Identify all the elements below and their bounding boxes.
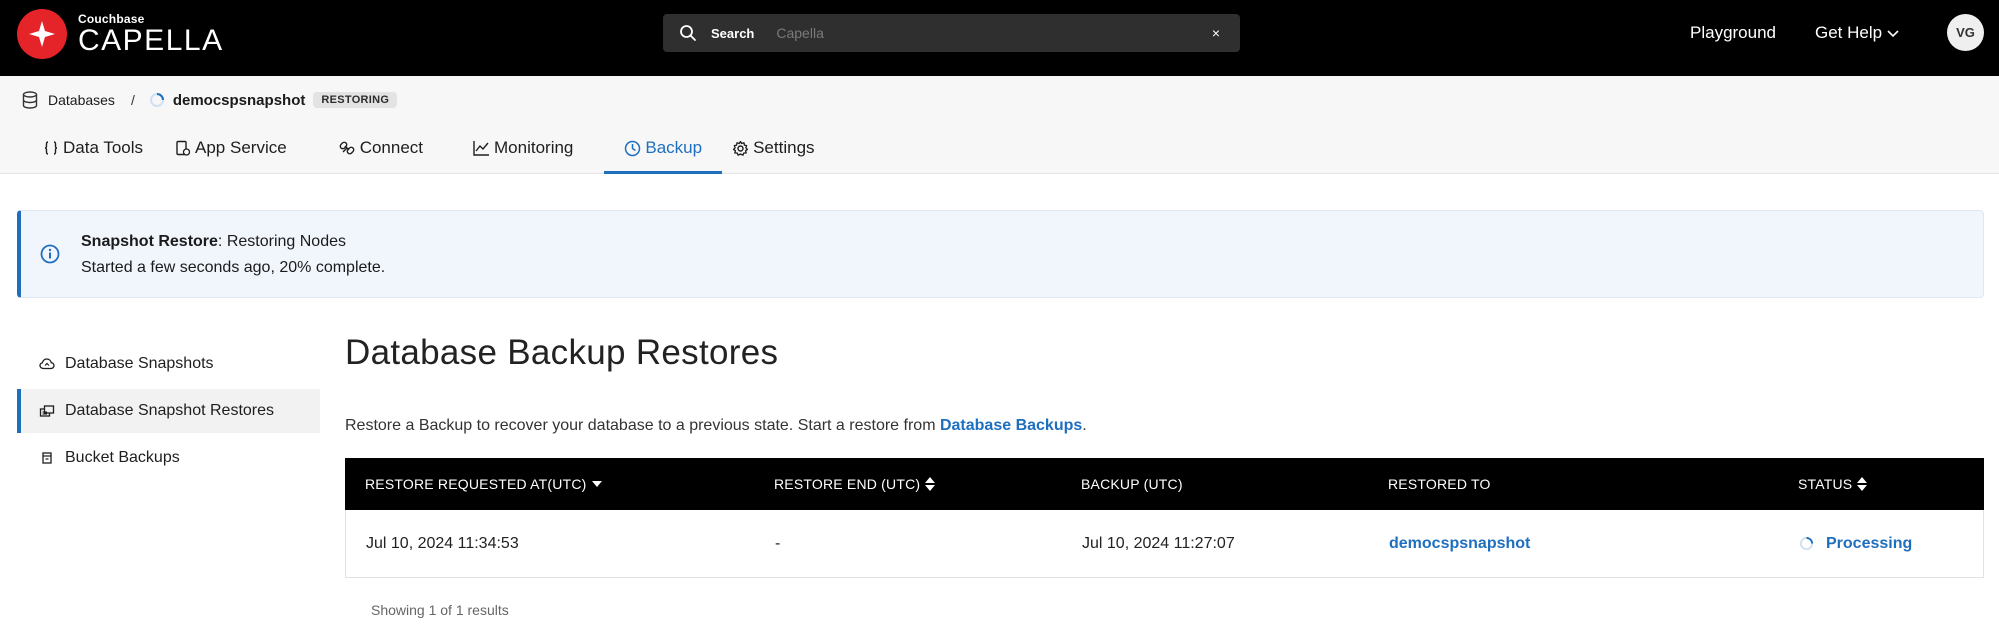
get-help-menu[interactable]: Get Help <box>1815 23 1900 43</box>
results-count: Showing 1 of 1 results <box>371 602 509 618</box>
braces-icon <box>43 140 63 156</box>
restores-table: RESTORE REQUESTED AT(UTC) RESTORE END (U… <box>345 458 1984 578</box>
tab-data-tools[interactable]: Data Tools <box>43 122 143 174</box>
chart-icon <box>473 140 494 156</box>
column-label: RESTORE REQUESTED AT(UTC) <box>365 476 587 492</box>
cell-restore-end: - <box>775 534 781 552</box>
tab-monitoring[interactable]: Monitoring <box>473 122 573 174</box>
banner-title-line: Snapshot Restore: Restoring Nodes <box>81 233 346 251</box>
tab-label: Monitoring <box>494 138 574 157</box>
database-subheader: Databases / democspsnapshot RESTORING Da… <box>0 76 1999 174</box>
description-suffix: . <box>1082 417 1087 434</box>
search-input[interactable] <box>776 25 1202 41</box>
sidenav-label: Bucket Backups <box>65 449 180 466</box>
column-label: BACKUP (UTC) <box>1081 476 1183 492</box>
banner-progress-text: Started a few seconds ago, 20% complete. <box>81 259 386 276</box>
breadcrumb-separator: / <box>130 92 135 108</box>
tab-label: Connect <box>359 138 424 157</box>
tab-connect[interactable]: Connect <box>339 122 423 174</box>
clock-icon <box>624 140 645 157</box>
status-label: Processing <box>1826 534 1913 552</box>
app-service-icon <box>175 140 195 157</box>
tab-backup[interactable]: Backup <box>604 122 722 174</box>
tab-label: Backup <box>645 138 703 157</box>
cell-status: Processing <box>1779 535 1983 553</box>
breadcrumb-databases-link[interactable]: Databases <box>48 92 115 108</box>
connect-icon <box>339 140 360 156</box>
column-label: STATUS <box>1798 476 1853 492</box>
tab-label: Data Tools <box>63 138 144 157</box>
breadcrumb-database-name[interactable]: democspsnapshot <box>173 92 306 109</box>
banner-title: Snapshot Restore <box>81 233 218 250</box>
page-description: Restore a Backup to recover your databas… <box>345 417 1087 435</box>
column-label: RESTORE END (UTC) <box>774 476 921 492</box>
snapshot-restore-banner: Snapshot Restore: Restoring Nodes Starte… <box>17 210 1984 298</box>
column-header-restored-to[interactable]: RESTORED TO <box>1368 476 1778 492</box>
breadcrumb: Databases / democspsnapshot RESTORING <box>22 91 398 109</box>
spinner-icon <box>149 92 165 108</box>
cell-requested-at: Jul 10, 2024 11:34:53 <box>366 534 519 552</box>
search-icon <box>679 23 699 43</box>
gear-icon <box>732 140 753 157</box>
restore-icon <box>39 404 65 418</box>
restored-to-link[interactable]: democspsnapshot <box>1389 535 1530 552</box>
tab-settings[interactable]: Settings <box>732 122 815 174</box>
backup-sidenav: Database Snapshots Database Snapshot Res… <box>17 342 320 483</box>
search-label: Search <box>711 25 755 41</box>
cloud-icon <box>39 357 65 371</box>
column-label: RESTORED TO <box>1388 476 1491 492</box>
sidenav-item-database-snapshots[interactable]: Database Snapshots <box>17 342 320 386</box>
column-header-restore-end[interactable]: RESTORE END (UTC) <box>754 476 1061 492</box>
cell-backup: Jul 10, 2024 11:27:07 <box>1082 534 1235 552</box>
sort-icon <box>920 477 936 491</box>
sort-icon <box>1852 477 1868 491</box>
database-tabs: Data Tools App Service Connect Monitorin… <box>30 122 815 174</box>
column-header-status[interactable]: STATUS <box>1778 476 1984 492</box>
table-header: RESTORE REQUESTED AT(UTC) RESTORE END (U… <box>345 458 1984 510</box>
status-processing: Processing <box>1799 535 1983 553</box>
description-text: Restore a Backup to recover your databas… <box>345 417 940 434</box>
sidenav-item-database-snapshot-restores[interactable]: Database Snapshot Restores <box>17 389 320 433</box>
spinner-icon <box>1799 536 1826 551</box>
tab-label: Settings <box>753 138 815 157</box>
get-help-label: Get Help <box>1815 23 1883 42</box>
logo[interactable]: Couchbase CAPELLA <box>78 12 224 56</box>
database-backups-link[interactable]: Database Backups <box>940 417 1082 434</box>
sidenav-label: Database Snapshots <box>65 355 214 372</box>
banner-title-suffix: : Restoring Nodes <box>217 233 346 250</box>
column-header-restore-requested[interactable]: RESTORE REQUESTED AT(UTC) <box>345 476 754 492</box>
user-avatar[interactable]: VG <box>1947 14 1984 51</box>
sort-desc-icon <box>587 480 602 488</box>
tab-app-service[interactable]: App Service <box>175 122 287 174</box>
table-row: Jul 10, 2024 11:34:53 - Jul 10, 2024 11:… <box>345 510 1984 578</box>
column-header-backup[interactable]: BACKUP (UTC) <box>1061 476 1368 492</box>
status-badge: RESTORING <box>313 92 398 108</box>
playground-link[interactable]: Playground <box>1690 23 1776 43</box>
tab-label: App Service <box>195 138 287 157</box>
page-title: Database Backup Restores <box>345 333 779 372</box>
sidenav-label: Database Snapshot Restores <box>65 402 275 419</box>
couchbase-logo-icon[interactable] <box>17 9 67 59</box>
info-icon <box>40 244 60 269</box>
search-bar[interactable]: Search × <box>663 14 1240 52</box>
cell-restored-to: democspsnapshot <box>1369 535 1779 553</box>
logo-big-text: CAPELLA <box>78 24 224 57</box>
bucket-icon <box>39 451 65 465</box>
database-stack-icon <box>22 91 38 109</box>
chevron-down-icon <box>1886 28 1900 38</box>
top-bar: Couchbase CAPELLA Search × Playground Ge… <box>0 0 1999 76</box>
sidenav-item-bucket-backups[interactable]: Bucket Backups <box>17 436 320 480</box>
search-clear-button[interactable]: × <box>1202 25 1230 41</box>
